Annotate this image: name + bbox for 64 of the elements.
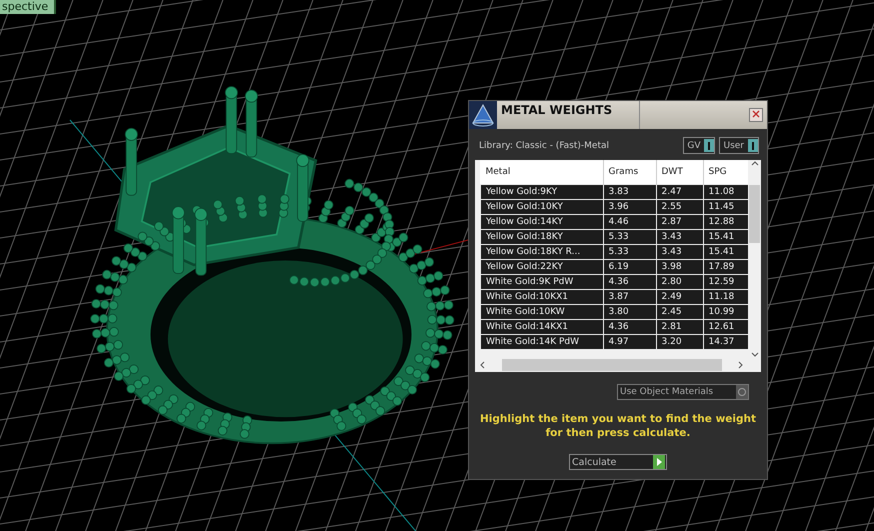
table-cell: 15.41 bbox=[703, 244, 748, 260]
vertical-scrollbar[interactable] bbox=[748, 160, 761, 358]
up-chevron-icon bbox=[750, 160, 758, 166]
table-cell: 4.97 bbox=[603, 334, 656, 350]
viewport-label: spective bbox=[0, 0, 56, 14]
table-cell: 11.45 bbox=[703, 200, 748, 214]
toggle-switch[interactable]: User bbox=[719, 137, 759, 154]
down-chevron-icon bbox=[750, 352, 758, 358]
table-cell: 2.47 bbox=[656, 184, 703, 200]
table-cell: 3.20 bbox=[656, 334, 703, 350]
table-cell: 11.08 bbox=[703, 184, 748, 200]
table-cell: 2.55 bbox=[656, 200, 703, 214]
table-cell: 2.49 bbox=[656, 290, 703, 304]
table-cell: White Gold:14K PdW bbox=[480, 334, 603, 350]
table-cell: White Gold:9K PdW bbox=[480, 274, 603, 290]
table-cell: 6.19 bbox=[603, 260, 656, 274]
table-cell: 4.36 bbox=[603, 320, 656, 334]
table-cell: 3.87 bbox=[603, 290, 656, 304]
table-cell: 2.87 bbox=[656, 214, 703, 230]
table-cell: Yellow Gold:10KY bbox=[480, 200, 603, 214]
table-cell: 3.96 bbox=[603, 200, 656, 214]
table-cell: 2.80 bbox=[656, 274, 703, 290]
column-header[interactable]: Metal bbox=[480, 160, 603, 184]
table-cell: Yellow Gold:9KY bbox=[480, 184, 603, 200]
use-object-materials-toggle[interactable]: Use Object Materials bbox=[617, 384, 749, 400]
column-header[interactable]: DWT bbox=[656, 160, 703, 184]
table-cell: 3.80 bbox=[603, 304, 656, 320]
library-label: Library: Classic - (Fast)-Metal bbox=[479, 140, 610, 150]
table-cell: White Gold:10KX1 bbox=[480, 290, 603, 304]
table-cell: 2.81 bbox=[656, 320, 703, 334]
table-cell: 10.99 bbox=[703, 304, 748, 320]
table-cell: 3.83 bbox=[603, 184, 656, 200]
table-cell: 3.43 bbox=[656, 230, 703, 244]
calculate-button[interactable]: Calculate bbox=[569, 454, 667, 470]
table-cell: 12.59 bbox=[703, 274, 748, 290]
table-cell: 3.98 bbox=[656, 260, 703, 274]
instruction-text: Highlight the item you want to find the weight for then press calculate. bbox=[479, 412, 757, 440]
right-chevron-icon bbox=[738, 361, 744, 369]
column-header[interactable]: SPG bbox=[703, 160, 748, 184]
table-cell: White Gold:14KX1 bbox=[480, 320, 603, 334]
table-cell: White Gold:10KW bbox=[480, 304, 603, 320]
table-cell: 2.45 bbox=[656, 304, 703, 320]
table-cell: 12.61 bbox=[703, 320, 748, 334]
table-cell: 4.36 bbox=[603, 274, 656, 290]
table-cell: Yellow Gold:22KY bbox=[480, 260, 603, 274]
table-cell: Yellow Gold:14KY bbox=[480, 214, 603, 230]
table-cell: 11.18 bbox=[703, 290, 748, 304]
dialog-title: METAL WEIGHTS bbox=[497, 101, 640, 129]
left-chevron-icon bbox=[479, 361, 485, 369]
table-cell: 15.41 bbox=[703, 230, 748, 244]
play-icon bbox=[653, 455, 665, 469]
table-cell: 5.33 bbox=[603, 244, 656, 260]
table-cell: 4.46 bbox=[603, 214, 656, 230]
close-button[interactable] bbox=[749, 108, 763, 122]
toggle-switch[interactable]: GV bbox=[683, 137, 716, 154]
table-cell: 17.89 bbox=[703, 260, 748, 274]
close-icon bbox=[751, 109, 761, 119]
table-cell: 3.43 bbox=[656, 244, 703, 260]
table-cell: 12.88 bbox=[703, 214, 748, 230]
table-cell: Yellow Gold:18KY R... bbox=[480, 244, 603, 260]
table-cell: 5.33 bbox=[603, 230, 656, 244]
table-cell: Yellow Gold:18KY bbox=[480, 230, 603, 244]
table-cell: 14.37 bbox=[703, 334, 748, 350]
column-header[interactable]: Grams bbox=[603, 160, 656, 184]
